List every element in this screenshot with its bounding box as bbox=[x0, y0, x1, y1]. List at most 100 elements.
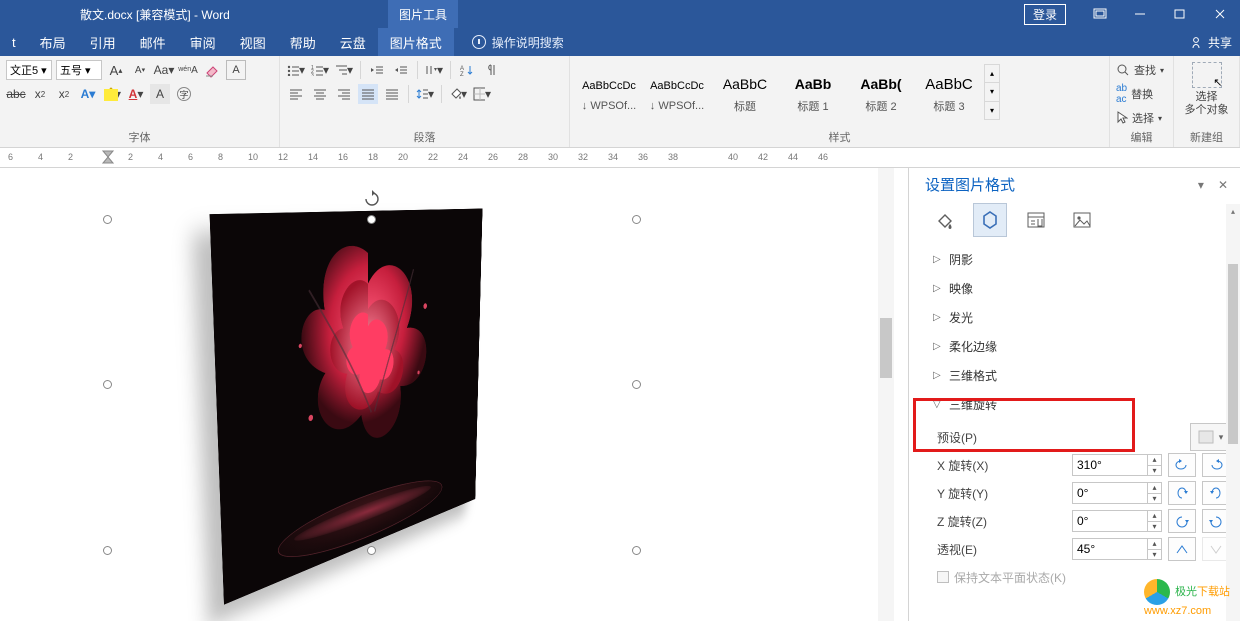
align-left-button[interactable] bbox=[286, 84, 306, 104]
styles-scroll-down[interactable]: ▾ bbox=[985, 83, 999, 101]
resize-handle-b[interactable] bbox=[367, 546, 376, 555]
style-item[interactable]: AaBbC标题 bbox=[712, 64, 778, 120]
replace-button[interactable]: abac替换 bbox=[1116, 84, 1167, 104]
spin-up[interactable]: ▴ bbox=[1148, 483, 1161, 494]
sort-button[interactable]: AZ bbox=[457, 60, 477, 80]
tab-review[interactable]: 审阅 bbox=[178, 28, 228, 56]
tab-help[interactable]: 帮助 bbox=[278, 28, 328, 56]
character-shading-button[interactable]: A bbox=[150, 84, 170, 104]
pane-scrollbar[interactable]: ▴ bbox=[1226, 204, 1240, 621]
section-3dformat-header[interactable]: ▷三维格式 bbox=[909, 361, 1240, 390]
enclose-characters-button[interactable]: 字 bbox=[174, 84, 194, 104]
tab-references[interactable]: 引用 bbox=[78, 28, 128, 56]
numbering-button[interactable]: 123▾ bbox=[310, 60, 330, 80]
spin-up[interactable]: ▴ bbox=[1148, 455, 1161, 466]
text-direction-button[interactable]: ▾ bbox=[424, 60, 444, 80]
line-spacing-button[interactable]: ▾ bbox=[415, 84, 435, 104]
resize-handle-t[interactable] bbox=[367, 215, 376, 224]
horizontal-ruler[interactable]: 6422468101214161820222426283032343638404… bbox=[0, 148, 1240, 168]
styles-scroll[interactable]: ▴ ▾ ▾ bbox=[984, 64, 1000, 120]
section-reflection-header[interactable]: ▷映像 bbox=[909, 274, 1240, 303]
character-border-button[interactable]: A bbox=[226, 60, 246, 80]
strikethrough-button[interactable]: abc bbox=[6, 84, 26, 104]
tell-me[interactable]: 操作说明搜索 bbox=[472, 34, 564, 51]
multilevel-list-button[interactable]: ▾ bbox=[334, 60, 354, 80]
y-rotation-spinner[interactable]: ▴▾ bbox=[1072, 482, 1162, 504]
align-distributed-button[interactable] bbox=[382, 84, 402, 104]
change-case-button[interactable]: Aa▾ bbox=[154, 60, 174, 80]
spin-down[interactable]: ▾ bbox=[1148, 522, 1161, 532]
z-rotation-input[interactable] bbox=[1072, 510, 1148, 532]
section-shadow-header[interactable]: ▷阴影 bbox=[909, 245, 1240, 274]
share-button[interactable]: 共享 bbox=[1191, 34, 1232, 51]
select-multiple-button[interactable]: 选择多个对象 bbox=[1185, 91, 1229, 117]
highlight-button[interactable]: ▾ bbox=[102, 84, 122, 104]
style-item[interactable]: AaBbCcDc↓ WPSOf... bbox=[576, 64, 642, 120]
shrink-font-button[interactable]: A▾ bbox=[130, 60, 150, 80]
z-rotation-spinner[interactable]: ▴▾ bbox=[1072, 510, 1162, 532]
show-marks-button[interactable] bbox=[481, 60, 501, 80]
rotation-handle[interactable] bbox=[363, 190, 381, 208]
minimize-button[interactable] bbox=[1120, 0, 1160, 28]
font-color-button[interactable]: A▾ bbox=[126, 84, 146, 104]
styles-scroll-up[interactable]: ▴ bbox=[985, 65, 999, 83]
perspective-spinner[interactable]: ▴▾ bbox=[1072, 538, 1162, 560]
vertical-scrollbar[interactable] bbox=[878, 168, 894, 621]
increase-indent-button[interactable] bbox=[391, 60, 411, 80]
align-center-button[interactable] bbox=[310, 84, 330, 104]
tab-layout[interactable]: 布局 bbox=[28, 28, 78, 56]
resize-handle-l[interactable] bbox=[103, 380, 112, 389]
font-name-combo[interactable]: 文正5▾ bbox=[6, 60, 52, 80]
x-rotation-input[interactable] bbox=[1072, 454, 1148, 476]
resize-handle-r[interactable] bbox=[632, 380, 641, 389]
phonetic-guide-button[interactable]: wénA bbox=[178, 60, 198, 80]
pane-scroll-thumb[interactable] bbox=[1228, 264, 1238, 444]
subscript-button[interactable]: x2 bbox=[30, 84, 50, 104]
tab-picture-format[interactable]: 图片格式 bbox=[378, 28, 454, 56]
spin-down[interactable]: ▾ bbox=[1148, 494, 1161, 504]
close-button[interactable] bbox=[1200, 0, 1240, 28]
scrollbar-thumb[interactable] bbox=[880, 318, 892, 378]
resize-handle-tr[interactable] bbox=[632, 215, 641, 224]
resize-handle-bl[interactable] bbox=[103, 546, 112, 555]
styles-gallery[interactable]: AaBbCcDc↓ WPSOf... AaBbCcDc↓ WPSOf... Aa… bbox=[576, 60, 1103, 129]
y-rotation-input[interactable] bbox=[1072, 482, 1148, 504]
spin-down[interactable]: ▾ bbox=[1148, 466, 1161, 476]
style-item[interactable]: AaBbC标题 3 bbox=[916, 64, 982, 120]
section-glow-header[interactable]: ▷发光 bbox=[909, 303, 1240, 332]
spin-down[interactable]: ▾ bbox=[1148, 550, 1161, 560]
tab-cloud[interactable]: 云盘 bbox=[328, 28, 378, 56]
pane-options-button[interactable]: ▾ bbox=[1198, 178, 1204, 192]
pane-tab-fill[interactable] bbox=[927, 203, 961, 237]
pane-close-button[interactable]: ✕ bbox=[1218, 178, 1228, 192]
font-size-combo[interactable]: 五号▾ bbox=[56, 60, 102, 80]
login-button[interactable]: 登录 bbox=[1024, 4, 1066, 25]
pane-tab-layout[interactable] bbox=[1019, 203, 1053, 237]
spin-up[interactable]: ▴ bbox=[1148, 539, 1161, 550]
spin-up[interactable]: ▴ bbox=[1148, 511, 1161, 522]
section-softedge-header[interactable]: ▷柔化边缘 bbox=[909, 332, 1240, 361]
styles-expand[interactable]: ▾ bbox=[985, 102, 999, 119]
document-canvas[interactable] bbox=[0, 168, 895, 621]
tab-mailings[interactable]: 邮件 bbox=[128, 28, 178, 56]
x-rotate-left-button[interactable] bbox=[1168, 453, 1196, 477]
align-right-button[interactable] bbox=[334, 84, 354, 104]
select-button[interactable]: 选择▾ bbox=[1116, 108, 1167, 128]
text-effects-button[interactable]: A▾ bbox=[78, 84, 98, 104]
keep-text-flat-checkbox[interactable] bbox=[937, 571, 949, 583]
resize-handle-br[interactable] bbox=[632, 546, 641, 555]
perspective-input[interactable] bbox=[1072, 538, 1148, 560]
style-item[interactable]: AaBbCcDc↓ WPSOf... bbox=[644, 64, 710, 120]
clear-formatting-button[interactable] bbox=[202, 60, 222, 80]
z-rotate-ccw-button[interactable] bbox=[1168, 509, 1196, 533]
resize-handle-tl[interactable] bbox=[103, 215, 112, 224]
shading-button[interactable]: ▾ bbox=[448, 84, 468, 104]
y-rotate-left-button[interactable] bbox=[1168, 481, 1196, 505]
decrease-indent-button[interactable] bbox=[367, 60, 387, 80]
maximize-button[interactable] bbox=[1160, 0, 1200, 28]
align-justify-button[interactable] bbox=[358, 84, 378, 104]
tab-view[interactable]: 视图 bbox=[228, 28, 278, 56]
borders-button[interactable]: ▾ bbox=[472, 84, 492, 104]
x-rotation-spinner[interactable]: ▴▾ bbox=[1072, 454, 1162, 476]
bullets-button[interactable]: ▾ bbox=[286, 60, 306, 80]
